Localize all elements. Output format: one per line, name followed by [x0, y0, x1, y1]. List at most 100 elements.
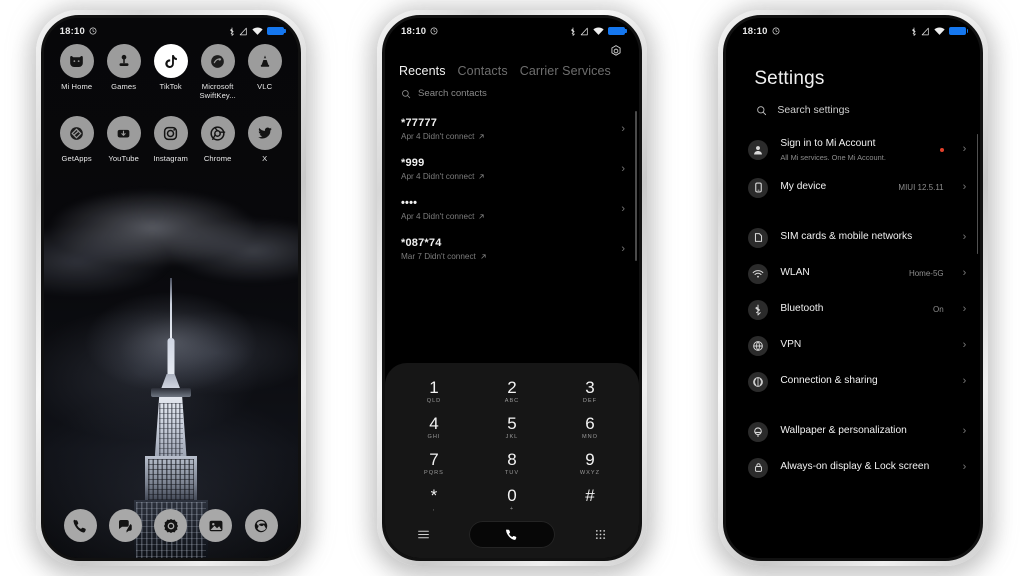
settings-item-wlan[interactable]: WLAN Home-5G › [726, 256, 980, 292]
app-games[interactable]: Games [101, 44, 147, 100]
dialpad-key-star[interactable]: * , [395, 481, 473, 517]
chevron-right-icon: › [962, 375, 967, 387]
phone3-screen: 18:10 Settings Search settings Sign in t… [726, 18, 981, 558]
bluetooth-icon [229, 27, 234, 36]
search-placeholder: Search contacts [417, 88, 487, 99]
call-log-row[interactable]: *77777 Apr 4 Didn't connect › [385, 109, 639, 149]
app-tiktok[interactable]: TikTok [148, 44, 194, 100]
dialpad-key-2[interactable]: 2 ABC [473, 373, 551, 409]
key-sub: ABC [504, 398, 520, 404]
dock-gallery-icon[interactable] [199, 509, 233, 542]
app-instagram[interactable]: Instagram [148, 116, 194, 163]
dock-messages-icon[interactable] [108, 509, 142, 542]
phone-dialer: 18:10 Recents Contacts Carrier Services … [376, 10, 647, 566]
signal-icon [580, 27, 588, 35]
alarm-icon [430, 27, 438, 35]
key-sub: WXYZ [579, 470, 601, 476]
app-label: Microsoft SwiftKey... [199, 82, 236, 100]
dialpad-grid-icon[interactable] [594, 528, 607, 541]
dialpad-key-9[interactable]: 9 WXYZ [551, 445, 629, 481]
gear-icon[interactable] [609, 44, 623, 58]
dialpad-key-7[interactable]: 7 PQRS [395, 445, 473, 481]
app-vlc[interactable]: VLC [242, 44, 288, 100]
dialpad-key-6[interactable]: 6 MNO [551, 409, 629, 445]
status-bar-phone2: 18:10 [385, 18, 639, 40]
call-info: •••• Apr 4 Didn't connect [401, 197, 621, 221]
dialpad-key-0[interactable]: 0 + [473, 481, 551, 517]
dialpad-row: 1 QLD 2 ABC 3 DEF [395, 373, 629, 409]
settings-item-wallpaper[interactable]: Wallpaper & personalization › [726, 414, 980, 450]
settings-item-connection-sharing[interactable]: Connection & sharing › [726, 364, 980, 400]
dialer-tabs: Recents Contacts Carrier Services [385, 58, 639, 78]
tab-recents[interactable]: Recents [399, 64, 446, 78]
tiktok-icon [153, 44, 188, 78]
status-bar-phone1: 18:10 [44, 18, 298, 40]
call-number: *087*74 [400, 237, 442, 249]
dialpad-row: 4 GHI 5 JKL 6 MNO [395, 409, 629, 445]
app-label: TikTok [159, 82, 182, 91]
outgoing-call-arrow-icon [479, 214, 485, 219]
call-log-row[interactable]: *999 Apr 4 Didn't connect › [385, 149, 639, 189]
dock-settings-gear-icon[interactable] [154, 509, 188, 542]
mi-home-icon [59, 44, 94, 78]
dialpad-key-1[interactable]: 1 QLD [395, 373, 473, 409]
globe-vpn-icon [748, 335, 769, 356]
home-screen: 18:10 Mi Home Games TikTok Microsoft Swi… [43, 18, 298, 558]
app-getapps[interactable]: GetApps [54, 116, 100, 163]
chevron-right-icon: › [962, 267, 967, 279]
key-digit: 7 [429, 450, 439, 469]
dialpad-key-5[interactable]: 5 JKL [473, 409, 551, 445]
key-sub: TUV [504, 470, 520, 476]
chevron-right-icon: › [962, 303, 967, 315]
dialpad-key-hash[interactable]: # [551, 481, 629, 517]
phone1-screen: 18:10 Mi Home Games TikTok Microsoft Swi… [43, 18, 298, 558]
dialpad-key-4[interactable]: 4 GHI [395, 409, 473, 445]
app-youtube[interactable]: YouTube [101, 116, 147, 163]
status-bar-left: 18:10 [742, 26, 780, 37]
calls-scrollbar[interactable] [635, 111, 637, 261]
chevron-right-icon: › [962, 339, 967, 351]
chevron-right-icon: › [962, 461, 967, 473]
wifi-icon [252, 26, 263, 35]
getapps-icon [59, 116, 94, 150]
settings-item-my-device[interactable]: My device MIUI 12.5.11 › [726, 170, 980, 206]
settings-item-mi-account[interactable]: Sign in to Mi Account All Mi services. O… [726, 130, 980, 170]
status-bar-phone3: 18:10 [726, 18, 980, 40]
home-dock [44, 509, 298, 542]
settings-item-aod-lock-screen[interactable]: Always-on display & Lock screen › [726, 450, 980, 486]
call-detail-text: Apr 4 Didn't connect [400, 172, 475, 181]
app-microsoft-swiftkey[interactable]: Microsoft SwiftKey... [195, 44, 241, 100]
app-mi-home[interactable]: Mi Home [54, 44, 100, 100]
settings-item-bluetooth[interactable]: Bluetooth On › [726, 292, 980, 328]
call-log-row[interactable]: *087*74 Mar 7 Didn't connect › [385, 229, 639, 269]
search-settings-field[interactable]: Search settings [726, 90, 980, 130]
settings-item-text: Wallpaper & personalization [780, 425, 950, 438]
dock-camera-icon[interactable] [244, 509, 278, 542]
call-button[interactable] [468, 521, 555, 548]
battery-icon [949, 26, 969, 36]
call-log-row[interactable]: •••• Apr 4 Didn't connect › [385, 189, 639, 229]
dock-phone-icon[interactable] [63, 509, 97, 542]
app-chrome[interactable]: Chrome [195, 116, 241, 163]
games-joystick-icon [106, 44, 141, 78]
key-sub: JKL [505, 434, 519, 440]
status-bar-right [911, 26, 969, 36]
wallpaper-icon [748, 421, 769, 442]
key-sub: , [432, 506, 436, 512]
building-observation-deck [150, 388, 191, 397]
tab-carrier-services[interactable]: Carrier Services [520, 64, 611, 78]
settings-item-value: On [932, 305, 944, 314]
call-number: *77777 [400, 117, 438, 129]
app-label: Games [111, 82, 137, 91]
settings-item-sim-cards[interactable]: SIM cards & mobile networks › [726, 220, 980, 256]
dialpad-key-3[interactable]: 3 DEF [551, 373, 629, 409]
settings-item-sub: All Mi services. One Mi Account. [780, 152, 886, 162]
phone3-bezel: 18:10 Settings Search settings Sign in t… [723, 15, 984, 561]
dialpad-key-8[interactable]: 8 TUV [473, 445, 551, 481]
settings-item-vpn[interactable]: VPN › [726, 328, 980, 364]
settings-item-text: WLAN [780, 267, 897, 280]
hamburger-menu-icon[interactable] [417, 528, 430, 541]
tab-contacts[interactable]: Contacts [458, 64, 508, 78]
app-x-twitter[interactable]: X [242, 116, 288, 163]
search-contacts-field[interactable]: Search contacts [385, 78, 639, 105]
